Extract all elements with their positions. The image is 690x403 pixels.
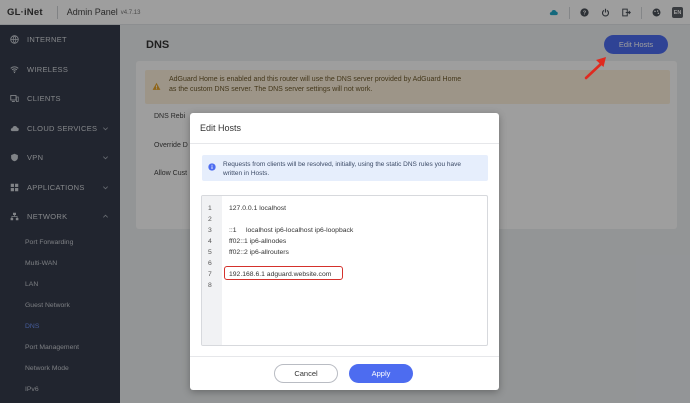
editor-line: 3::1 localhost ip6-localhost ip6-loopbac… <box>202 225 487 236</box>
info-text: Requests from clients will be resolved, … <box>223 161 461 177</box>
line-number: 2 <box>208 216 212 223</box>
line-number: 5 <box>208 249 212 256</box>
editor-line: 5 ff02::2 ip6-allrouters <box>202 247 487 258</box>
highlight-annotation <box>224 266 343 280</box>
line-number: 3 <box>208 227 212 234</box>
info-icon <box>208 163 216 171</box>
dialog-footer-divider <box>190 356 499 357</box>
cancel-button[interactable]: Cancel <box>274 364 338 383</box>
arrow-annotation-icon <box>584 57 606 80</box>
editor-line: 2 <box>202 214 487 225</box>
dialog-divider <box>190 143 499 144</box>
editor-line: 8 <box>202 280 487 291</box>
apply-button[interactable]: Apply <box>349 364 413 383</box>
line-number: 6 <box>208 260 212 267</box>
line-number: 7 <box>208 271 212 278</box>
editor-line: 4 ff02::1 ip6-allnodes <box>202 236 487 247</box>
line-number: 8 <box>208 282 212 289</box>
hosts-info-banner: Requests from clients will be resolved, … <box>202 155 488 181</box>
line-text: ff02::2 ip6-allrouters <box>229 249 289 256</box>
editor-line: 1 127.0.0.1 localhost <box>202 203 487 214</box>
line-number: 1 <box>208 205 212 212</box>
line-text: ff02::1 ip6-allnodes <box>229 238 287 245</box>
line-text: 127.0.0.1 localhost <box>229 205 287 212</box>
line-number: 4 <box>208 238 212 245</box>
edit-hosts-dialog: Edit Hosts Requests from clients will be… <box>190 113 499 390</box>
dialog-title: Edit Hosts <box>200 123 242 133</box>
line-text: ::1 localhost ip6-localhost ip6-loopback <box>229 227 354 234</box>
